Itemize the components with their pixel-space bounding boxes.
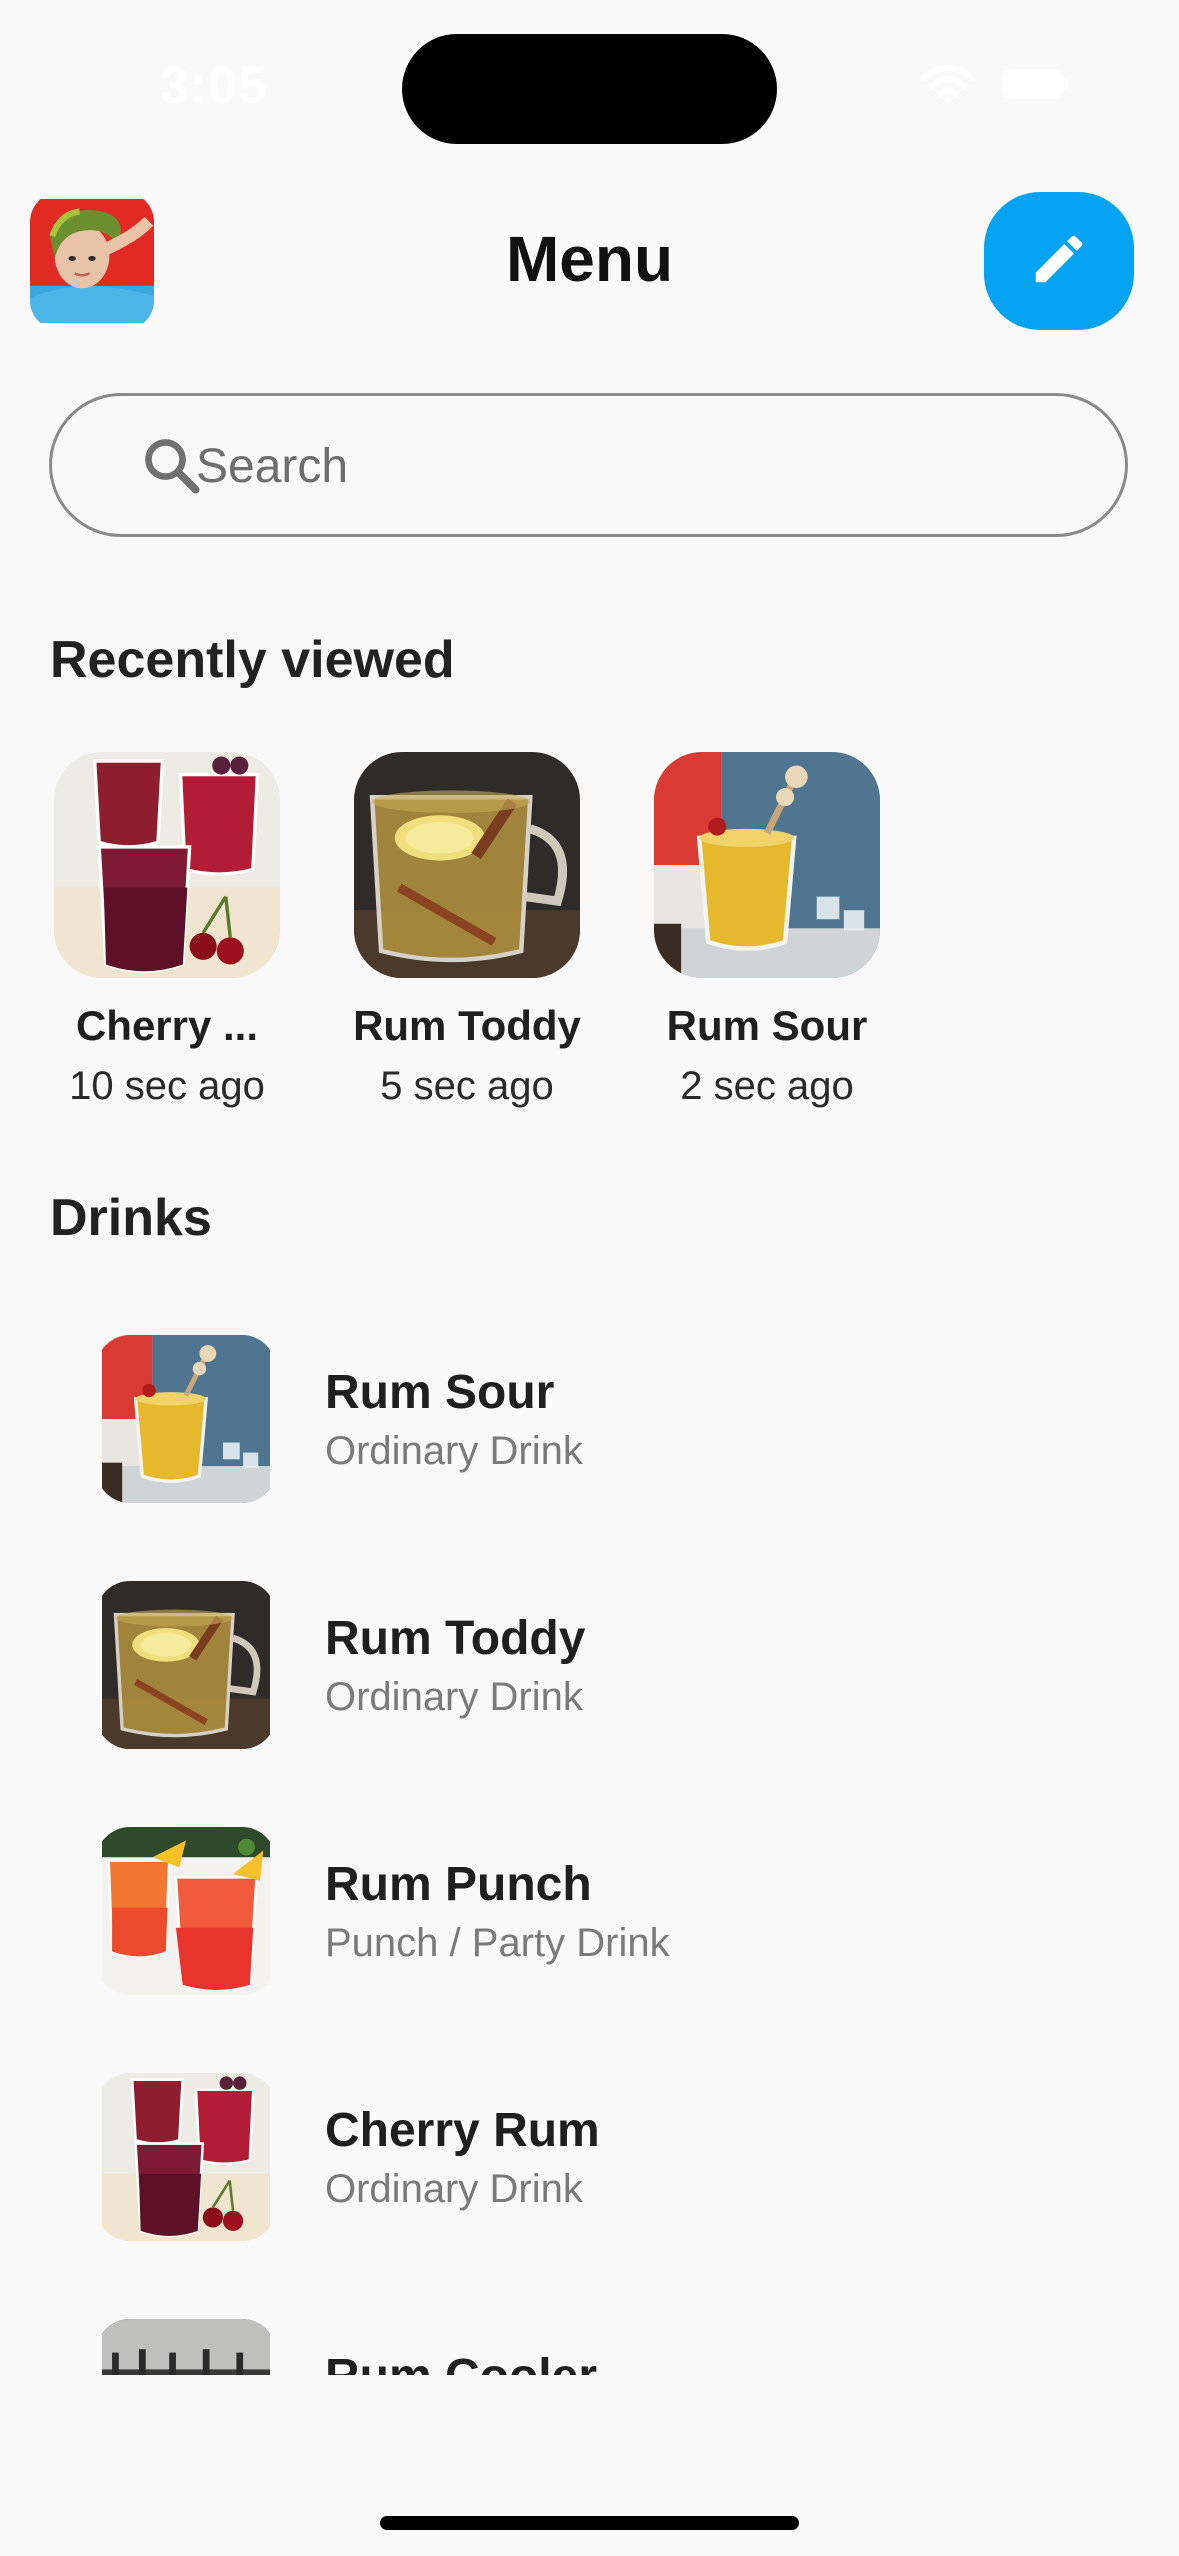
drink-thumb (96, 1335, 276, 1503)
drink-name: Rum Sour (325, 1366, 555, 1419)
rum-sour-image (96, 1335, 276, 1503)
drinks-list[interactable]: Rum Sour Ordinary Drink Rum Toddy Ordina… (0, 1300, 1179, 2375)
drink-category: Punch / Party Drink (325, 1921, 670, 1965)
recent-item-cherry-rum[interactable]: Cherry ... 10 sec ago (17, 752, 317, 1109)
rum-punch-image (100, 1827, 272, 1995)
recent-thumb (354, 752, 580, 978)
drink-category: Ordinary Drink (325, 1675, 583, 1719)
list-item[interactable]: Rum Punch Punch / Party Drink (96, 1827, 1096, 1997)
recent-item-name: Cherry ... (75, 1002, 259, 1049)
rum-toddy-image (354, 752, 580, 978)
recent-item-name: Rum Sour (666, 1002, 868, 1049)
battery-icon (1001, 67, 1069, 101)
drink-category: Ordinary Drink (325, 1429, 583, 1473)
status-time: 3:05 (160, 57, 269, 115)
recent-item-name: Rum Toddy (353, 1002, 581, 1049)
edit-button[interactable] (984, 192, 1134, 330)
list-item[interactable]: Rum Cooler (96, 2319, 1096, 2375)
drink-thumb (96, 1581, 276, 1749)
recent-thumb (54, 752, 280, 978)
cherry-rum-image (54, 752, 280, 978)
recent-item-time: 2 sec ago (680, 1064, 854, 1108)
recent-item-rum-toddy[interactable]: Rum Toddy 5 sec ago (317, 752, 617, 1109)
dynamic-island (402, 34, 777, 144)
search-input[interactable] (194, 424, 1078, 508)
status-icons (921, 64, 1069, 104)
rum-sour-image (654, 752, 880, 978)
list-item[interactable]: Rum Sour Ordinary Drink (96, 1335, 1096, 1505)
drink-thumb (96, 2319, 276, 2375)
recent-thumb (654, 752, 880, 978)
recently-viewed-heading: Recently viewed (50, 631, 455, 689)
drinks-heading: Drinks (50, 1189, 212, 1247)
recent-item-time: 10 sec ago (69, 1064, 265, 1108)
rum-cooler-image (102, 2319, 270, 2375)
rum-toddy-image (96, 1581, 276, 1749)
drink-category: Ordinary Drink (325, 2167, 583, 2211)
list-item[interactable]: Rum Toddy Ordinary Drink (96, 1581, 1096, 1751)
cherry-rum-image (100, 2073, 272, 2241)
status-bar: 3:05 (0, 0, 1179, 170)
recent-item-time: 5 sec ago (380, 1064, 554, 1108)
drink-thumb (96, 2073, 276, 2241)
drink-name: Cherry Rum (325, 2104, 600, 2157)
home-indicator[interactable] (380, 2516, 799, 2530)
wifi-icon (921, 64, 975, 104)
pencil-icon (1028, 228, 1090, 295)
recent-item-rum-sour[interactable]: Rum Sour 2 sec ago (617, 752, 917, 1109)
drink-thumb (96, 1827, 276, 1995)
drink-name: Rum Toddy (325, 1612, 586, 1665)
list-item[interactable]: Cherry Rum Ordinary Drink (96, 2073, 1096, 2243)
drink-name: Rum Cooler (325, 2349, 597, 2375)
drink-name: Rum Punch (325, 1858, 592, 1911)
search-bar[interactable] (49, 393, 1128, 537)
